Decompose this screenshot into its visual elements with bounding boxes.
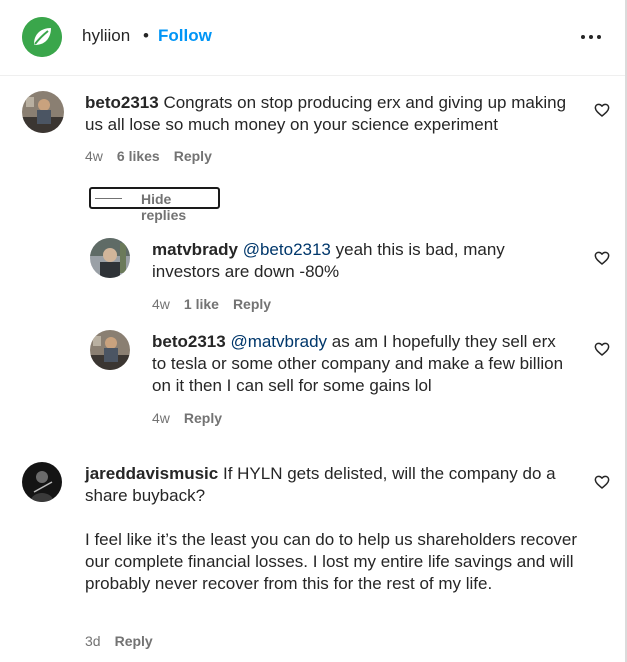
comment-time: 4w <box>85 148 103 164</box>
comment-username[interactable]: jareddavismusic <box>85 464 218 483</box>
hide-replies-label: Hide replies <box>141 191 187 223</box>
reply-username[interactable]: matvbrady <box>152 240 238 259</box>
comment-username[interactable]: beto2313 <box>85 93 159 112</box>
comment-body: beto2313 Congrats on stop producing erx … <box>85 92 580 136</box>
separator-dot: • <box>143 26 149 45</box>
follow-button[interactable]: Follow <box>158 26 212 46</box>
avatar[interactable] <box>90 238 130 278</box>
reply-button[interactable]: Reply <box>174 148 212 164</box>
reply-button[interactable]: Reply <box>115 633 153 649</box>
reply-time: 4w <box>152 410 170 426</box>
reply-likes[interactable]: 1 like <box>184 296 219 312</box>
comment-time: 3d <box>85 633 101 649</box>
more-options-icon[interactable] <box>578 25 604 47</box>
reply-button[interactable]: Reply <box>233 296 271 312</box>
hyliion-leaf-logo-icon[interactable] <box>22 17 62 57</box>
reply-mention[interactable]: @matvbrady <box>230 332 327 351</box>
comment-body: jareddavismusic If HYLN gets delisted, w… <box>85 463 580 595</box>
reply-body: beto2313 @matvbrady as am I hopefully th… <box>152 331 572 397</box>
avatar[interactable] <box>22 462 62 502</box>
hide-replies-button[interactable]: Hide replies <box>89 187 220 223</box>
avatar[interactable] <box>90 330 130 370</box>
like-heart-icon[interactable] <box>594 474 610 490</box>
like-heart-icon[interactable] <box>594 102 610 118</box>
comment-text-paragraph: I feel like it’s the least you can do to… <box>85 530 578 593</box>
reply-body: matvbrady @beto2313 yeah this is bad, ma… <box>152 239 557 283</box>
reply-meta: 4w 1 like Reply <box>152 296 285 312</box>
like-heart-icon[interactable] <box>594 250 610 266</box>
reply-button[interactable]: Reply <box>184 410 222 426</box>
like-heart-icon[interactable] <box>594 341 610 357</box>
account-name[interactable]: hyliion <box>82 26 130 46</box>
reply-username[interactable]: beto2313 <box>152 332 226 351</box>
post-header: hyliion • Follow <box>0 0 625 76</box>
comment-likes[interactable]: 6 likes <box>117 148 160 164</box>
reply-meta: 4w Reply <box>152 410 236 426</box>
comment-meta: 4w 6 likes Reply <box>85 148 226 164</box>
reply-mention[interactable]: @beto2313 <box>243 240 331 259</box>
avatar[interactable] <box>22 91 64 133</box>
divider-line <box>95 198 122 199</box>
comment-meta: 3d Reply <box>85 633 167 649</box>
reply-time: 4w <box>152 296 170 312</box>
